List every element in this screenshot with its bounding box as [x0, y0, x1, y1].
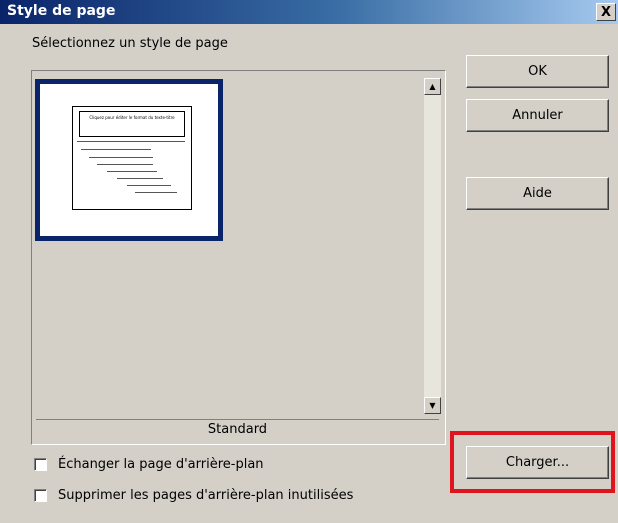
page-style-list[interactable]: Cliquez pour éditer le format du texte-t…: [31, 70, 446, 445]
load-button-highlight: [450, 431, 615, 493]
scroll-down-button[interactable]: ▼: [424, 397, 441, 414]
cancel-button[interactable]: Annuler: [466, 99, 609, 132]
close-icon: X: [600, 4, 612, 20]
vertical-scrollbar[interactable]: ▲ ▼: [424, 78, 441, 414]
title-bar: Style de page X: [0, 0, 618, 24]
delete-unused-label: Supprimer les pages d'arrière-plan inuti…: [58, 487, 354, 503]
delete-unused-option[interactable]: Supprimer les pages d'arrière-plan inuti…: [34, 486, 353, 504]
scroll-track[interactable]: [424, 95, 441, 397]
exchange-background-checkbox[interactable]: [34, 457, 47, 471]
preview-title: Cliquez pour éditer le format du texte-t…: [79, 111, 185, 137]
help-button[interactable]: Aide: [466, 177, 609, 210]
page-preview-content: Cliquez pour éditer le format du texte-t…: [72, 106, 192, 210]
exchange-background-option[interactable]: Échanger la page d'arrière-plan: [34, 455, 264, 473]
selected-style-name: Standard: [36, 419, 439, 441]
scroll-up-button[interactable]: ▲: [424, 78, 441, 95]
exchange-background-label: Échanger la page d'arrière-plan: [58, 456, 264, 472]
page-preview: Cliquez pour éditer le format du texte-t…: [40, 84, 218, 236]
page-style-thumbnail-standard[interactable]: Cliquez pour éditer le format du texte-t…: [35, 79, 223, 241]
triangle-up-icon: ▲: [429, 82, 436, 91]
ok-button[interactable]: OK: [466, 55, 609, 88]
delete-unused-checkbox[interactable]: [34, 488, 47, 502]
page-style-list-label: Sélectionnez un style de page: [32, 36, 228, 51]
close-button[interactable]: X: [596, 3, 616, 21]
triangle-down-icon: ▼: [429, 401, 436, 410]
dialog-title: Style de page: [7, 3, 116, 19]
